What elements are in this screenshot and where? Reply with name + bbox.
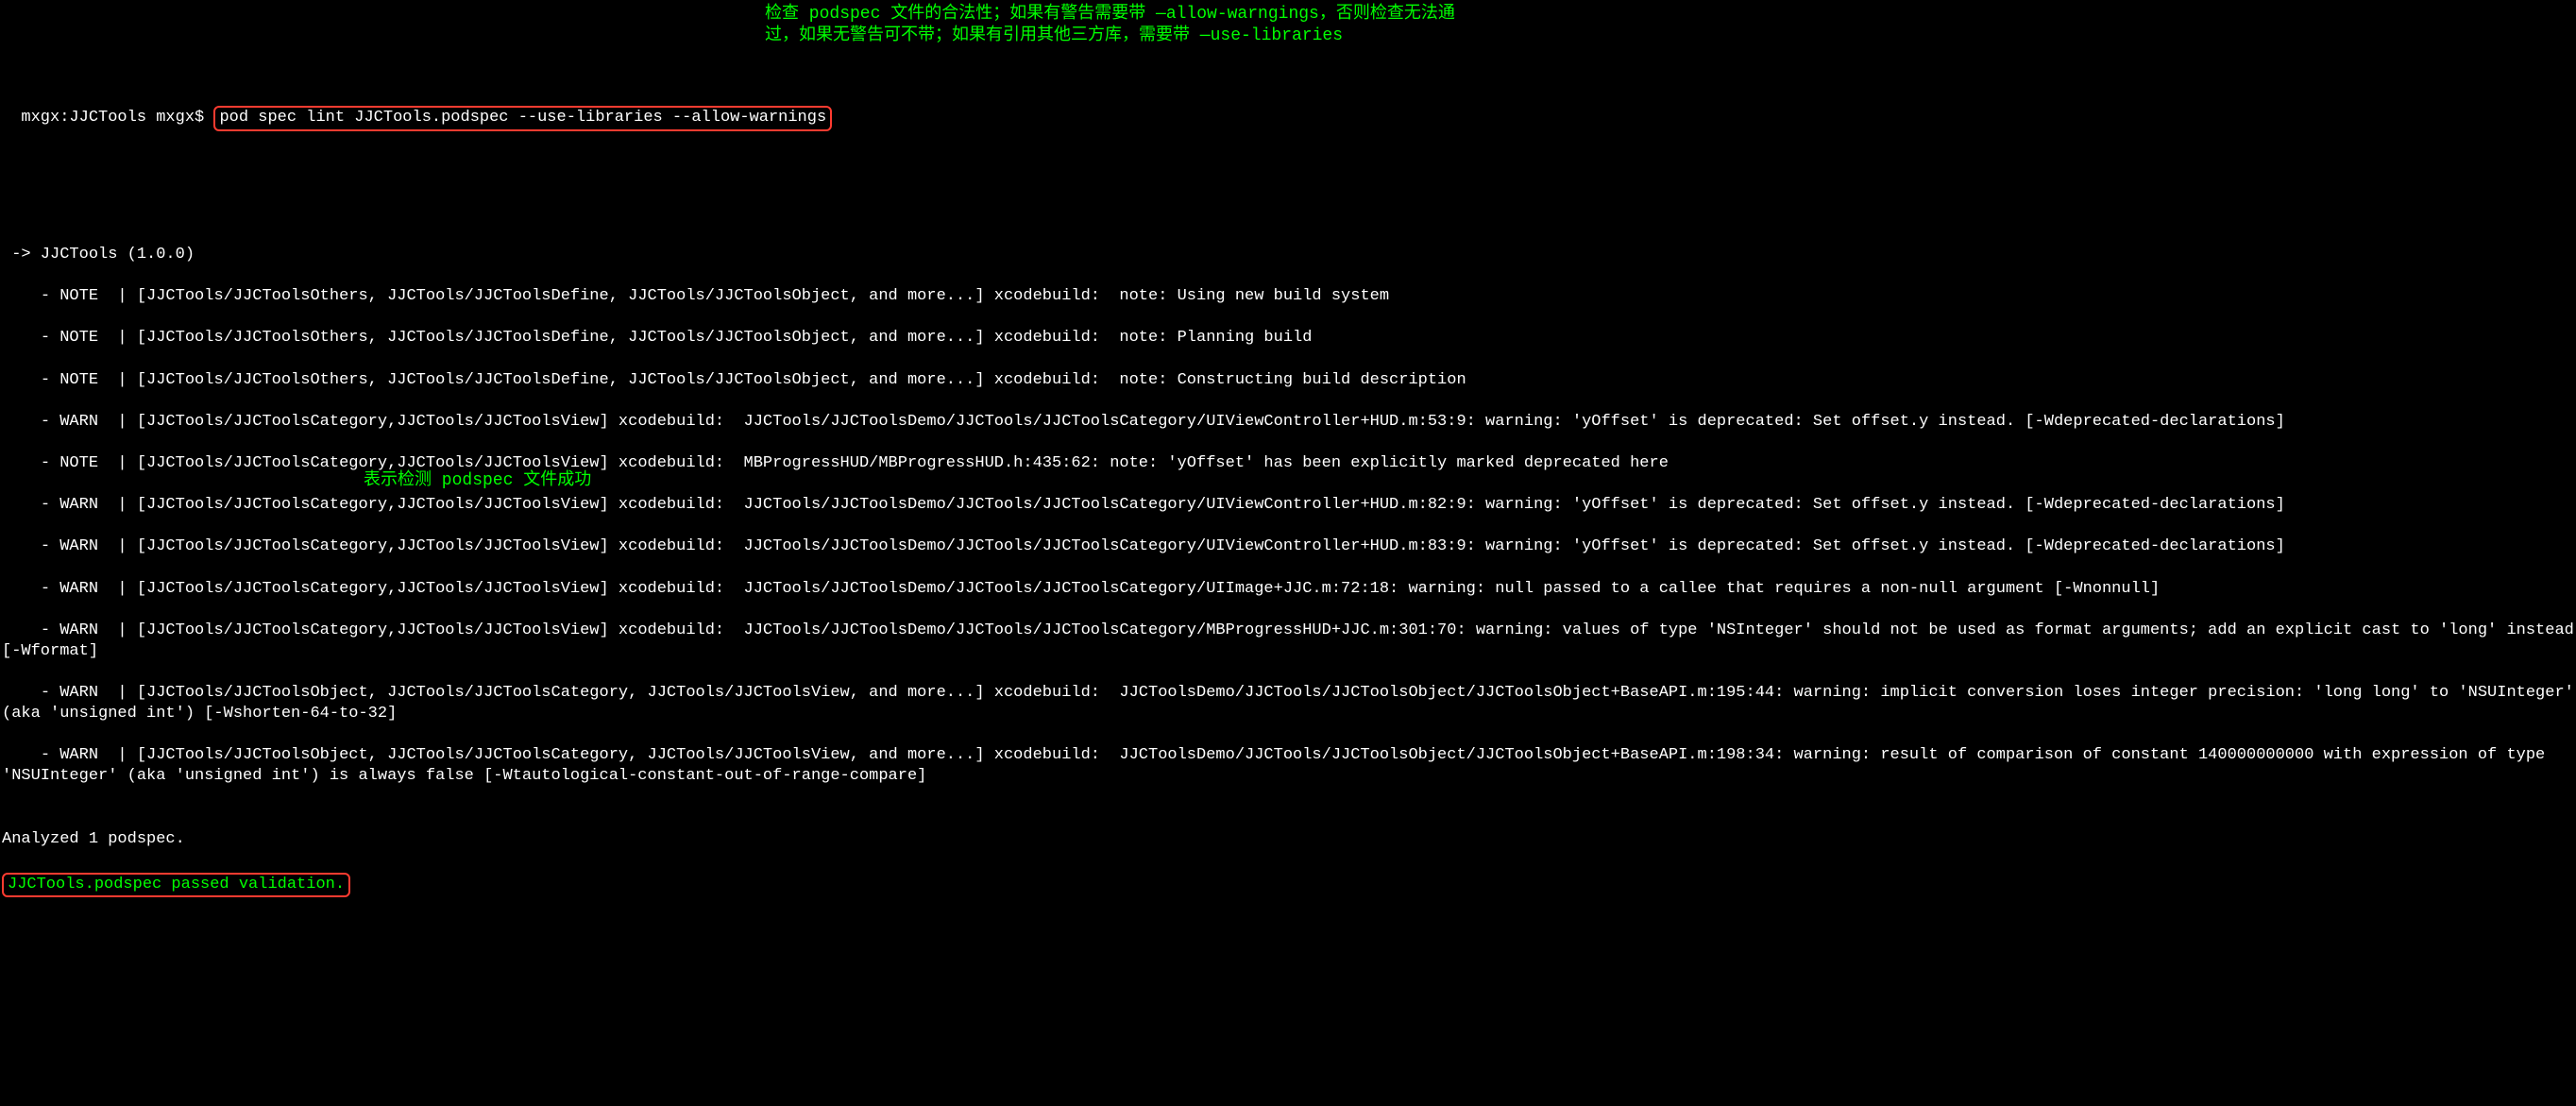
annotation-validation: 表示检测 podspec 文件成功 (364, 470, 591, 492)
output-line: - WARN | [JJCTools/JJCToolsCategory,JJCT… (2, 412, 2574, 433)
output-line: - NOTE | [JJCTools/JJCToolsOthers, JJCTo… (2, 328, 2574, 349)
command-highlight-box: pod spec lint JJCTools.podspec --use-lib… (213, 106, 832, 130)
terminal[interactable]: mxgx:JJCTools mxgx$ pod spec lint JJCToo… (2, 85, 2574, 1001)
output-line: - WARN | [JJCTools/JJCToolsCategory,JJCT… (2, 495, 2574, 516)
shell-prompt: mxgx:JJCTools mxgx$ (21, 109, 213, 127)
output-line: - WARN | [JJCTools/JJCToolsCategory,JJCT… (2, 621, 2574, 662)
annotation-command: 检查 podspec 文件的合法性；如果有警告需要带 —allow-warngi… (765, 4, 1483, 48)
output-line: - WARN | [JJCTools/JJCToolsObject, JJCTo… (2, 683, 2574, 724)
prompt-line: mxgx:JJCTools mxgx$ pod spec lint JJCToo… (21, 109, 832, 127)
output-line: - WARN | [JJCTools/JJCToolsObject, JJCTo… (2, 745, 2574, 787)
terminal-output: -> JJCTools (1.0.0) - NOTE | [JJCTools/J… (2, 224, 2574, 939)
output-line: - NOTE | [JJCTools/JJCToolsOthers, JJCTo… (2, 370, 2574, 391)
validation-line: JJCTools.podspec passed validation. (2, 873, 2574, 897)
output-header: -> JJCTools (1.0.0) (2, 245, 2574, 265)
output-line: - WARN | [JJCTools/JJCToolsCategory,JJCT… (2, 579, 2574, 600)
analyzed-line: Analyzed 1 podspec. (2, 829, 2574, 850)
validation-pass-box: JJCTools.podspec passed validation. (2, 873, 350, 897)
output-line: - WARN | [JJCTools/JJCToolsCategory,JJCT… (2, 536, 2574, 557)
output-line: - NOTE | [JJCTools/JJCToolsOthers, JJCTo… (2, 286, 2574, 307)
